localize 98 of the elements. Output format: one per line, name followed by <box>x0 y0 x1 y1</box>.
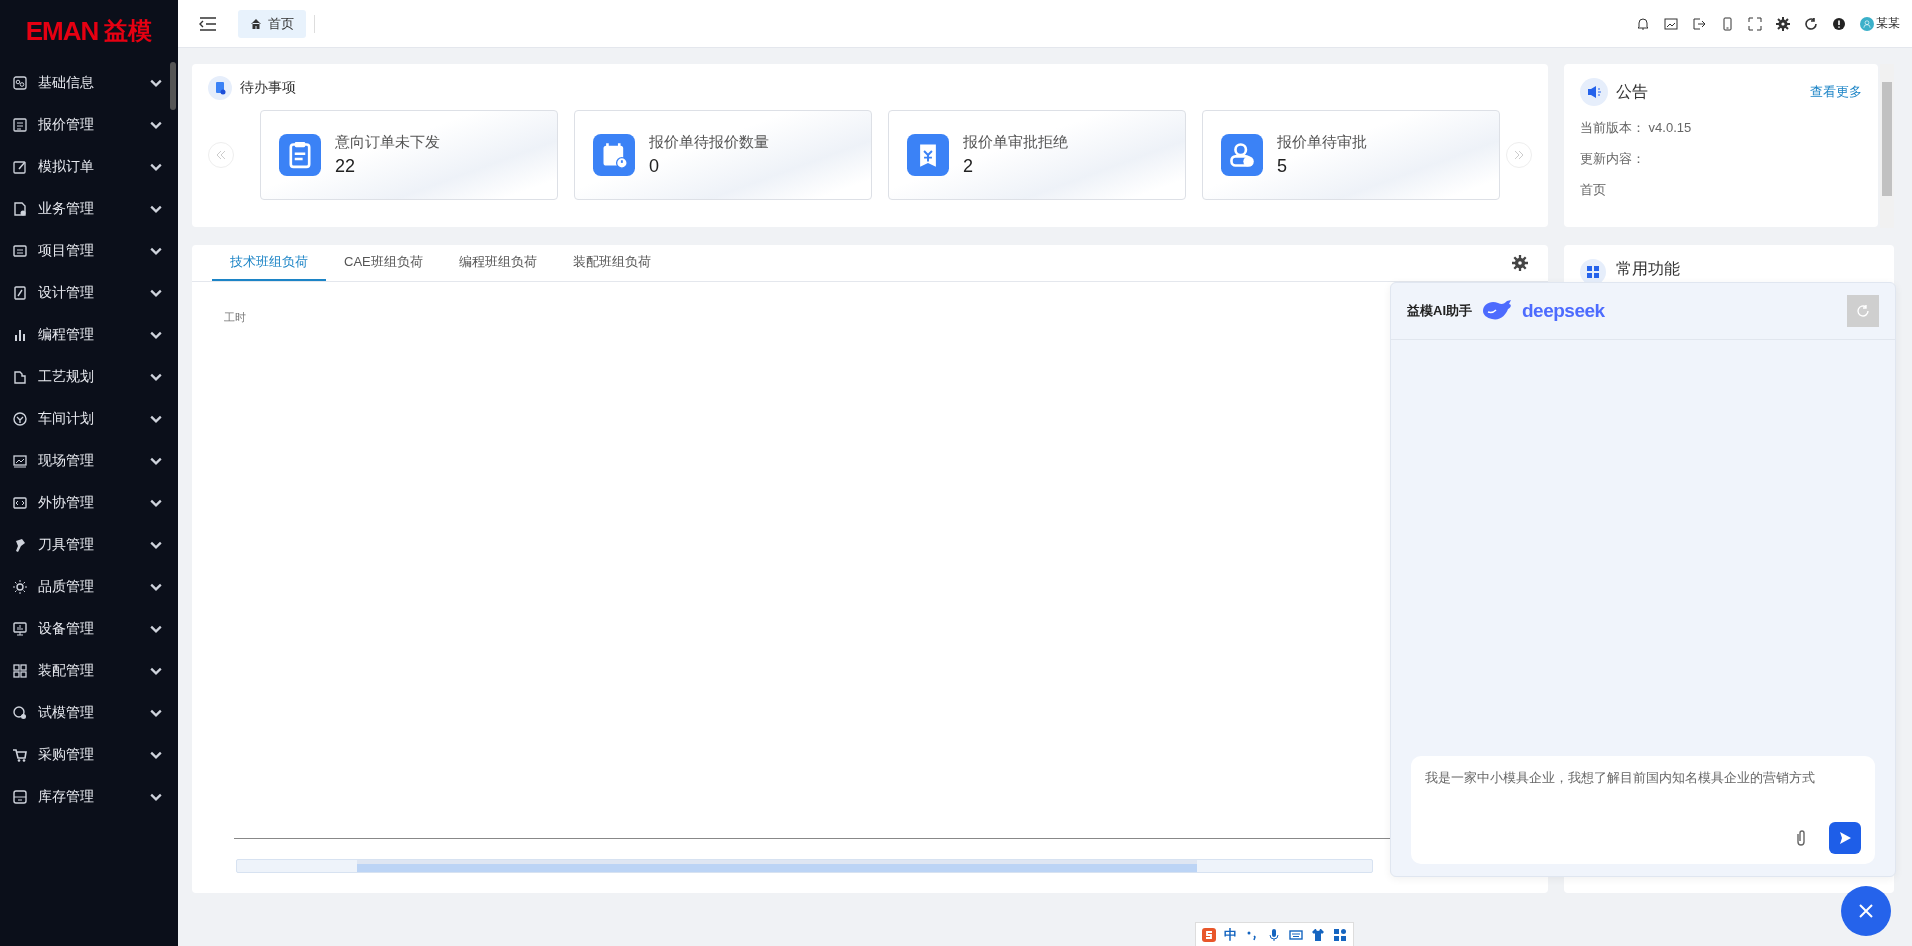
card-count: 5 <box>1277 156 1288 177</box>
sun-icon <box>12 579 28 595</box>
microphone-icon[interactable] <box>1267 928 1281 942</box>
panel-title: 常用功能 <box>1616 259 1680 279</box>
list-icon <box>12 117 28 133</box>
ime-mode[interactable]: 中 <box>1224 926 1237 944</box>
todo-card[interactable]: 意向订单未下发 22 <box>260 110 558 200</box>
tab[interactable]: 技术班组负荷 <box>212 253 326 281</box>
brand-text: deepseek <box>1522 300 1605 322</box>
tab[interactable]: CAE班组负荷 <box>326 253 441 281</box>
sidebar-item[interactable]: 采购管理 <box>0 734 178 776</box>
bell-icon[interactable] <box>1636 16 1650 31</box>
notice-text: 更新内容： <box>1580 150 1646 168</box>
sidebar-item[interactable]: 工艺规划 <box>0 356 178 398</box>
pencil-icon <box>12 285 28 301</box>
speaker-icon <box>1580 78 1608 106</box>
card-title: 报价单待报价数量 <box>649 133 769 152</box>
sidebar-item[interactable]: 模拟订单 <box>0 146 178 188</box>
refresh-icon <box>1856 304 1870 318</box>
image-icon[interactable] <box>1664 16 1678 31</box>
user-icon <box>1221 134 1263 176</box>
close-icon <box>1857 902 1875 920</box>
page-tab[interactable]: 首页 <box>238 9 306 38</box>
notice-text: 首页 <box>1580 181 1607 199</box>
notice-text: 当前版本： v4.0.15 <box>1580 119 1693 137</box>
card-title: 报价单待审批 <box>1277 133 1367 152</box>
home-icon <box>250 17 262 30</box>
sidebar-item[interactable]: 报价管理 <box>0 104 178 146</box>
folder-icon <box>12 243 28 259</box>
fullscreen-icon[interactable] <box>1748 16 1762 31</box>
todo-card[interactable]: 报价单待报价数量 0 <box>574 110 872 200</box>
message-field[interactable]: 我是一家中小模具企业，我想了解目前国内知名模具企业的营销方式 <box>1411 756 1875 864</box>
scrollbar[interactable] <box>1880 64 1894 228</box>
card-title: 意向订单未下发 <box>335 133 440 152</box>
sidebar-item[interactable]: 编程管理 <box>0 314 178 356</box>
clipboard-icon <box>279 134 321 176</box>
cart-icon <box>12 747 28 763</box>
panel-title: 待办事项 <box>240 79 296 97</box>
sidebar-item[interactable]: 业务管理 <box>0 188 178 230</box>
keyboard-icon[interactable] <box>1289 928 1303 942</box>
todo-card[interactable]: 报价单审批拒绝 2 <box>888 110 1186 200</box>
text-input[interactable]: 我是一家中小模具企业，我想了解目前国内知名模具企业的营销方式 <box>1425 766 1861 822</box>
card-count: 22 <box>335 156 357 177</box>
edit-icon <box>12 159 28 175</box>
sidebar-item[interactable]: 设计管理 <box>0 272 178 314</box>
sidebar-item[interactable]: 项目管理 <box>0 230 178 272</box>
sidebar-item[interactable]: 刀具管理 <box>0 524 178 566</box>
logo-text: 益模 <box>104 16 153 46</box>
document-icon <box>12 201 28 217</box>
sidebar-item[interactable]: 库存管理 <box>0 776 178 818</box>
refresh-icon[interactable] <box>1804 16 1818 31</box>
sidebar-item[interactable]: 装配管理 <box>0 650 178 692</box>
sidebar-item[interactable]: 车间计划 <box>0 398 178 440</box>
double-chevron-left-icon <box>215 149 227 161</box>
avatar-icon[interactable] <box>1860 16 1874 31</box>
sidebar-item[interactable]: 设备管理 <box>0 608 178 650</box>
card-count: 0 <box>649 156 660 177</box>
grid-icon <box>12 663 28 679</box>
ime-logo-icon[interactable] <box>1202 928 1216 942</box>
send-button[interactable] <box>1829 822 1861 854</box>
sidebar-item[interactable]: 试模管理 <box>0 692 178 734</box>
calendar-icon <box>593 134 635 176</box>
line-chart-icon <box>12 453 28 469</box>
user-name[interactable]: 某某 <box>1876 15 1900 32</box>
logo-text: EMAN <box>25 15 99 47</box>
view-more-link[interactable]: 查看更多 <box>1810 83 1862 101</box>
close-button[interactable] <box>1841 886 1891 936</box>
document-icon <box>12 369 28 385</box>
send-icon <box>1838 831 1852 845</box>
inbox-icon <box>12 789 28 805</box>
sidebar-item[interactable]: 品质管理 <box>0 566 178 608</box>
alert-icon[interactable] <box>1832 16 1846 31</box>
price-tag-icon <box>907 134 949 176</box>
sidebar-item[interactable]: 基础信息 <box>0 62 178 104</box>
menu-icon[interactable] <box>198 15 218 32</box>
panel-title: 公告 <box>1616 81 1648 102</box>
card-count: 2 <box>963 156 974 177</box>
range-slider[interactable] <box>236 859 1373 873</box>
grid-icon[interactable] <box>1333 928 1347 942</box>
double-chevron-right-icon <box>1513 149 1525 161</box>
shirt-icon[interactable] <box>1311 928 1325 942</box>
monitor-icon <box>12 621 28 637</box>
tab[interactable]: 编程班组负荷 <box>440 253 555 281</box>
document-icon <box>208 76 232 100</box>
todo-card[interactable]: 报价单待审批 5 <box>1202 110 1500 200</box>
sidebar-item[interactable]: 现场管理 <box>0 440 178 482</box>
tab[interactable]: 装配班组负荷 <box>554 253 669 281</box>
settings-icon[interactable] <box>1776 16 1790 31</box>
phone-icon[interactable] <box>1720 16 1734 31</box>
bar-chart-icon <box>12 327 28 343</box>
code-icon <box>12 495 28 511</box>
card-title: 报价单审批拒绝 <box>963 133 1068 152</box>
scrollbar-thumb[interactable] <box>170 62 176 110</box>
assistant-title: 益模AI助手 <box>1407 302 1472 320</box>
axis-label: 工时 <box>224 310 246 325</box>
sidebar-item[interactable]: 外协管理 <box>0 482 178 524</box>
logout-icon[interactable] <box>1692 16 1706 31</box>
settings-icon[interactable] <box>1512 255 1528 271</box>
